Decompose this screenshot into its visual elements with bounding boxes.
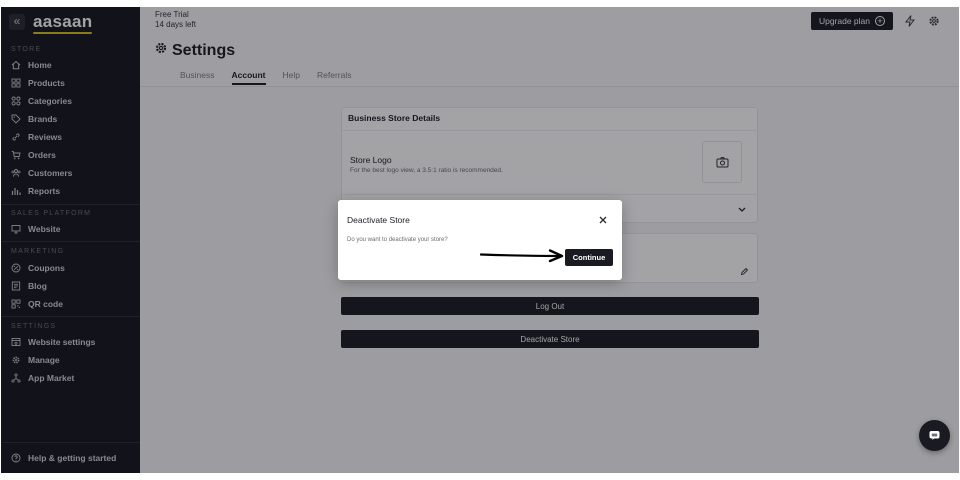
close-icon[interactable] — [596, 213, 610, 227]
chat-bubble-icon — [929, 431, 940, 440]
deactivate-store-dialog: Deactivate Store Do you want to deactiva… — [338, 200, 622, 280]
continue-button[interactable]: Continue — [565, 249, 613, 266]
chat-support-button[interactable] — [919, 420, 950, 451]
app-window: « aasaan STORE Home Products Categories … — [1, 7, 959, 473]
arrow-annotation-icon — [480, 249, 564, 263]
dialog-message: Do you want to deactivate your store? — [347, 237, 448, 243]
dialog-title: Deactivate Store — [347, 215, 410, 225]
